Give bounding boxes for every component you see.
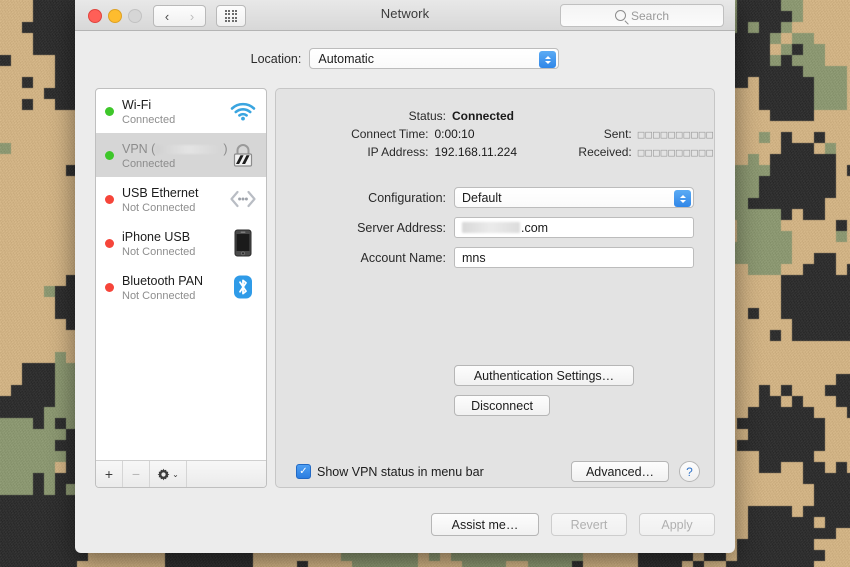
configuration-selected-value: Default [462,190,502,205]
ethernet-icon [228,184,258,214]
chevron-updown-icon [539,51,557,68]
search-input[interactable]: Search [560,4,724,27]
window-titlebar: ‹ › Network Search [75,0,735,31]
ip-address-value: 192.168.11.224 [434,145,517,159]
status-dot-icon [105,238,114,248]
sidebar-item-wifi[interactable]: Wi-Fi Connected [96,89,266,133]
connect-time-row: Connect Time: 0:00:10 Sent: □□□□□□□□□□ [276,127,714,141]
location-selected-value: Automatic [318,51,374,66]
sidebar-item-usb-ethernet[interactable]: USB Ethernet Not Connected [96,177,266,221]
configuration-dropdown[interactable]: Default [454,187,694,208]
chevron-down-icon: ⌄ [172,469,179,479]
status-dot-icon [105,106,114,116]
service-status: Connected [122,113,176,126]
disconnect-button[interactable]: Disconnect [454,395,550,416]
window-footer: Assist me… Revert Apply [75,496,735,553]
service-name: VPN () [122,142,228,156]
connect-time-label: Connect Time: [351,127,429,141]
redacted-server-host [462,222,520,233]
network-preferences-window: ‹ › Network Search Location: Automatic W… [75,0,735,553]
bluetooth-icon [228,272,258,302]
service-name: Bluetooth PAN [122,273,204,288]
sent-value: □□□□□□□□□□ [637,127,715,141]
redacted-vpn-name [155,144,224,154]
add-service-button[interactable]: + [96,461,123,487]
chevron-updown-icon [674,190,691,207]
status-block: Status: Connected Connect Time: 0:00:10 … [276,109,714,163]
account-name-label: Account Name: [360,250,446,265]
gear-icon [157,468,170,480]
sidebar-item-vpn[interactable]: VPN () Connected [96,133,266,177]
service-name: USB Ethernet [122,185,199,200]
checkbox-checkmark-icon: ✓ [296,464,311,479]
service-name: iPhone USB [122,229,191,244]
service-status: Connected [122,157,176,170]
lock-icon [228,140,258,170]
advanced-button[interactable]: Advanced… [571,461,669,482]
server-address-input[interactable]: .com [454,217,694,238]
show-vpn-status-checkbox[interactable]: ✓ Show VPN status in menu bar [296,464,484,479]
received-label: Received: [578,145,632,159]
status-dot-icon [105,194,114,204]
revert-button[interactable]: Revert [551,513,627,536]
ip-address-label: IP Address: [367,145,429,159]
help-button[interactable]: ? [679,461,700,482]
vpn-detail-panel: Status: Connected Connect Time: 0:00:10 … [275,88,715,488]
server-address-row: Server Address: .com [276,217,694,238]
service-list: Wi-Fi Connected VPN () Connected USB Et… [96,89,266,461]
actions-menu-button[interactable]: ⌄ [150,461,187,487]
account-name-input[interactable]: mns [454,247,694,268]
service-name-suffix: ) [223,141,228,156]
search-placeholder: Search [630,8,670,23]
status-row: Status: Connected [276,109,714,123]
search-icon [614,10,626,21]
connect-time-value: 0:00:10 [434,127,475,141]
sent-label: Sent: [603,127,632,141]
service-status: Not Connected [122,289,196,302]
status-label: Status: [408,109,446,123]
status-dot-icon [105,282,114,292]
network-services-sidebar: Wi-Fi Connected VPN () Connected USB Et… [95,88,267,488]
account-name-row: Account Name: mns [276,247,694,268]
sidebar-item-iphone-usb[interactable]: iPhone USB Not Connected [96,221,266,265]
wifi-icon [228,96,258,126]
service-name: Wi-Fi [122,97,152,112]
status-dot-icon [105,150,114,160]
ip-address-row: IP Address: 192.168.11.224 Received: □□□… [276,145,714,159]
service-status: Not Connected [122,201,196,214]
account-name-value: mns [462,250,486,265]
configuration-label: Configuration: [368,190,446,205]
location-label: Location: [250,51,302,66]
detail-bottom-row: ✓ Show VPN status in menu bar Advanced… … [276,461,714,482]
sidebar-item-bluetooth-pan[interactable]: Bluetooth PAN Not Connected [96,265,266,309]
remove-service-button[interactable]: − [123,461,150,487]
configuration-row: Configuration: Default [276,187,694,208]
service-name-prefix: VPN ( [122,141,156,156]
location-dropdown[interactable]: Automatic [309,48,560,69]
apply-button[interactable]: Apply [639,513,715,536]
status-value: Connected [452,109,515,123]
server-address-label: Server Address: [357,220,446,235]
server-address-value: .com [521,220,549,235]
received-value: □□□□□□□□□□ [637,145,715,159]
location-row: Location: Automatic [75,48,735,69]
show-vpn-status-label: Show VPN status in menu bar [317,464,484,479]
sidebar-toolbar: + − ⌄ [96,460,266,487]
iphone-icon [228,228,258,258]
authentication-settings-button[interactable]: Authentication Settings… [454,365,634,386]
assist-me-button[interactable]: Assist me… [431,513,539,536]
service-status: Not Connected [122,245,196,258]
